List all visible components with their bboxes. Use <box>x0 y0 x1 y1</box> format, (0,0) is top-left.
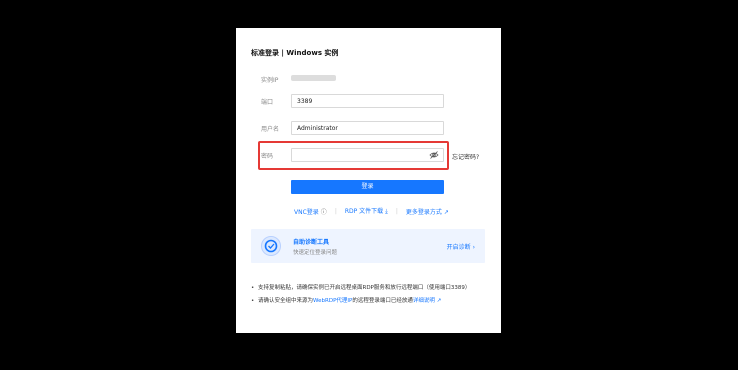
divider: | <box>395 207 398 215</box>
login-options: VNC登录 ⓘ | RDP 文件下载 ⤓ | 更多登录方式 ↗ <box>294 206 449 216</box>
forgot-password-link[interactable]: 忘记密码? <box>452 152 479 161</box>
login-button[interactable]: 登录 <box>291 180 444 194</box>
rdp-download-link[interactable]: RDP 文件下载 ⤓ <box>345 206 388 216</box>
list-item: • 请确认安全组中来源为WebRDP代理IP的远程登录端口已经放通详细说明 ↗ <box>251 297 491 306</box>
instance-ip-label: 实例IP <box>261 77 279 84</box>
more-login-label: 更多登录方式 <box>405 208 442 216</box>
port-label: 端口 <box>261 99 274 106</box>
external-link-icon: ↗ <box>443 208 449 216</box>
bullet: • <box>251 285 255 291</box>
username-label: 用户名 <box>261 126 280 133</box>
diagnosis-tool-title: 自助诊断工具 <box>293 239 330 246</box>
start-diagnosis-label: 开启诊断 <box>446 244 471 251</box>
blurred-ip <box>291 75 336 81</box>
divider: | <box>334 207 337 215</box>
note-2-mid: 的远程登录端口已经放通 <box>352 298 413 304</box>
password-input[interactable] <box>291 148 444 162</box>
vnc-login-link[interactable]: VNC登录 ⓘ <box>294 207 327 216</box>
download-icon: ⤓ <box>385 208 388 215</box>
instance-ip-value <box>291 75 336 83</box>
bullet: • <box>251 298 255 304</box>
notes-list: • 支持复制粘贴，请确保实例已开启远程桌面RDP服务和放行远程端口（使用端口33… <box>251 284 491 310</box>
info-icon: ⓘ <box>320 208 327 216</box>
rdp-download-label: RDP 文件下载 <box>344 208 384 215</box>
external-link-icon: ↗ <box>434 298 442 304</box>
chevron-right-icon: › <box>472 244 475 251</box>
list-item: • 支持复制粘贴，请确保实例已开启远程桌面RDP服务和放行远程端口（使用端口33… <box>251 284 491 293</box>
port-row: 端口 3389 <box>251 94 491 109</box>
more-login-link[interactable]: 更多登录方式 ↗ <box>406 207 449 216</box>
diagnosis-tool-desc: 快速定位登录问题 <box>293 250 338 256</box>
eye-off-icon[interactable] <box>429 151 439 159</box>
diagnosis-tool-icon <box>261 236 281 256</box>
note-1-text: 支持复制粘贴，请确保实例已开启远程桌面RDP服务和放行远程端口（使用端口3389… <box>258 285 471 291</box>
webrdp-ip-link[interactable]: WebRDP代理IP <box>313 298 352 304</box>
details-link[interactable]: 详细说明 <box>413 298 435 304</box>
username-row: 用户名 Administrator <box>251 121 491 136</box>
instance-ip-row: 实例IP <box>251 72 491 87</box>
password-label: 密码 <box>261 153 274 160</box>
username-input[interactable]: Administrator <box>291 121 444 135</box>
login-dialog: 标准登录 | Windows 实例 实例IP 端口 3389 用户名 Admin… <box>236 28 501 333</box>
note-2-text: 请确认安全组中来源为WebRDP代理IP的远程登录端口已经放通详细说明 ↗ <box>258 297 441 306</box>
vnc-login-label: VNC登录 <box>294 208 319 216</box>
start-diagnosis-link[interactable]: 开启诊断 › <box>447 242 475 251</box>
diagnosis-tool-card: 自助诊断工具 快速定位登录问题 开启诊断 › <box>251 229 485 263</box>
port-input[interactable]: 3389 <box>291 94 444 108</box>
dialog-title: 标准登录 | Windows 实例 <box>251 49 339 57</box>
note-2-prefix: 请确认安全组中来源为 <box>258 298 314 304</box>
